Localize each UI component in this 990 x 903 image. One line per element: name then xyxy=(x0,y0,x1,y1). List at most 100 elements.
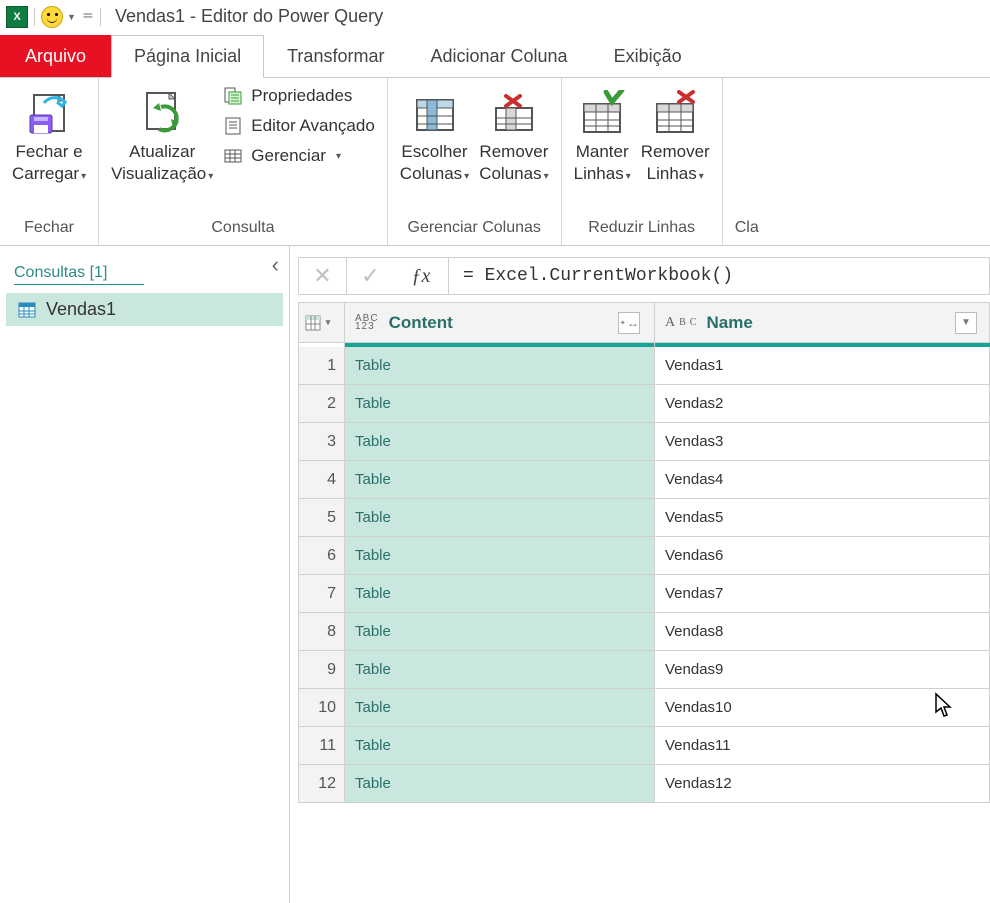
label-line2: Colunas▾ xyxy=(400,164,469,184)
table-row[interactable]: 10TableVendas10 xyxy=(299,689,990,727)
row-index[interactable]: 5 xyxy=(299,499,345,537)
content-area: ‹ Consultas [1] Vendas1 ✕ ✓ ƒx ▾ xyxy=(0,246,990,903)
data-grid[interactable]: ▾ ABC123 Content ↔ ABC xyxy=(298,302,990,803)
cell-content[interactable]: Table xyxy=(345,613,655,651)
select-all-cell[interactable]: ▾ xyxy=(299,303,345,343)
table-row[interactable]: 8TableVendas8 xyxy=(299,613,990,651)
row-index[interactable]: 6 xyxy=(299,537,345,575)
cell-content[interactable]: Table xyxy=(345,423,655,461)
table-row[interactable]: 5TableVendas5 xyxy=(299,499,990,537)
grid-header-row: ▾ ABC123 Content ↔ ABC xyxy=(299,303,990,343)
table-row[interactable]: 4TableVendas4 xyxy=(299,461,990,499)
filter-icon[interactable]: ▼ xyxy=(955,312,977,334)
cell-name[interactable]: Vendas8 xyxy=(655,613,990,651)
cell-content[interactable]: Table xyxy=(345,347,655,385)
choose-columns-button[interactable]: Escolher Colunas▾ xyxy=(400,86,469,185)
excel-icon: X xyxy=(6,6,28,28)
label-line1: Manter xyxy=(576,142,629,162)
query-item-vendas1[interactable]: Vendas1 xyxy=(6,293,283,326)
collapse-pane-icon[interactable]: ‹ xyxy=(272,252,279,278)
query-item-label: Vendas1 xyxy=(46,299,116,320)
cell-name[interactable]: Vendas9 xyxy=(655,651,990,689)
cell-content[interactable]: Table xyxy=(345,385,655,423)
label-line2: Carregar▾ xyxy=(12,164,86,184)
tab-adicionar-coluna[interactable]: Adicionar Coluna xyxy=(407,35,590,77)
cell-content[interactable]: Table xyxy=(345,499,655,537)
label-line2: Visualização▾ xyxy=(111,164,213,184)
column-header-content[interactable]: ABC123 Content ↔ xyxy=(345,303,655,343)
cell-name[interactable]: Vendas7 xyxy=(655,575,990,613)
cell-name[interactable]: Vendas3 xyxy=(655,423,990,461)
column-header-name[interactable]: ABC Name ▼ xyxy=(655,303,990,343)
row-index[interactable]: 7 xyxy=(299,575,345,613)
row-index[interactable]: 3 xyxy=(299,423,345,461)
cell-content[interactable]: Table xyxy=(345,461,655,499)
table-row[interactable]: 9TableVendas9 xyxy=(299,651,990,689)
cancel-formula-button[interactable]: ✕ xyxy=(298,257,346,295)
table-row[interactable]: 11TableVendas11 xyxy=(299,727,990,765)
advanced-editor-button[interactable]: Editor Avançado xyxy=(223,116,375,136)
cell-content[interactable]: Table xyxy=(345,575,655,613)
ribbon-tabs: Arquivo Página Inicial Transformar Adici… xyxy=(0,34,990,78)
cell-content[interactable]: Table xyxy=(345,689,655,727)
refresh-preview-button[interactable]: Atualizar Visualização▾ xyxy=(111,86,213,185)
table-row[interactable]: 2TableVendas2 xyxy=(299,385,990,423)
cell-name[interactable]: Vendas10 xyxy=(655,689,990,727)
queries-pane: ‹ Consultas [1] Vendas1 xyxy=(0,246,290,903)
cell-name[interactable]: Vendas4 xyxy=(655,461,990,499)
cell-name[interactable]: Vendas12 xyxy=(655,765,990,803)
keep-rows-icon xyxy=(576,88,628,140)
keep-rows-button[interactable]: Manter Linhas▾ xyxy=(574,86,631,185)
row-index[interactable]: 2 xyxy=(299,385,345,423)
properties-icon xyxy=(223,86,243,106)
cell-name[interactable]: Vendas1 xyxy=(655,347,990,385)
tab-arquivo[interactable]: Arquivo xyxy=(0,35,111,77)
cell-content[interactable]: Table xyxy=(345,765,655,803)
table-row[interactable]: 6TableVendas6 xyxy=(299,537,990,575)
smiley-icon[interactable] xyxy=(41,6,63,28)
table-row[interactable]: 1TableVendas1 xyxy=(299,347,990,385)
manage-button[interactable]: Gerenciar▾ xyxy=(223,146,375,166)
row-index[interactable]: 4 xyxy=(299,461,345,499)
label: Gerenciar xyxy=(251,146,326,166)
table-row[interactable]: 12TableVendas12 xyxy=(299,765,990,803)
row-index[interactable]: 9 xyxy=(299,651,345,689)
fx-icon: ƒx xyxy=(394,257,448,295)
table-row[interactable]: 7TableVendas7 xyxy=(299,575,990,613)
cell-name[interactable]: Vendas6 xyxy=(655,537,990,575)
row-index[interactable]: 1 xyxy=(299,347,345,385)
remove-columns-button[interactable]: Remover Colunas▾ xyxy=(479,86,548,185)
remove-rows-button[interactable]: Remover Linhas▾ xyxy=(641,86,710,185)
properties-button[interactable]: Propriedades xyxy=(223,86,375,106)
close-load-icon xyxy=(23,88,75,140)
tab-transformar[interactable]: Transformar xyxy=(264,35,407,77)
tab-exibicao[interactable]: Exibição xyxy=(591,35,705,77)
cell-name[interactable]: Vendas5 xyxy=(655,499,990,537)
row-index[interactable]: 12 xyxy=(299,765,345,803)
ribbon-group-fechar: Fechar e Carregar▾ Fechar xyxy=(0,78,99,245)
cell-name[interactable]: Vendas2 xyxy=(655,385,990,423)
column-label: Name xyxy=(706,313,752,333)
group-label: Reduzir Linhas xyxy=(574,215,710,243)
cell-name[interactable]: Vendas11 xyxy=(655,727,990,765)
row-index[interactable]: 8 xyxy=(299,613,345,651)
table-row[interactable]: 3TableVendas3 xyxy=(299,423,990,461)
formula-input[interactable] xyxy=(448,257,990,295)
row-index[interactable]: 11 xyxy=(299,727,345,765)
cell-content[interactable]: Table xyxy=(345,651,655,689)
remove-columns-icon xyxy=(488,88,540,140)
close-and-load-button[interactable]: Fechar e Carregar▾ xyxy=(12,86,86,185)
qat-customize-icon[interactable]: ＝ xyxy=(82,7,94,24)
cell-content[interactable]: Table xyxy=(345,727,655,765)
row-index[interactable]: 10 xyxy=(299,689,345,727)
label: Editor Avançado xyxy=(251,116,375,136)
title-bar: X ▼ ＝ Vendas1 - Editor do Power Query xyxy=(0,0,990,34)
chevron-down-icon[interactable]: ▼ xyxy=(67,12,76,22)
label-line2: Colunas▾ xyxy=(479,164,548,184)
separator xyxy=(34,8,35,26)
cell-content[interactable]: Table xyxy=(345,537,655,575)
commit-formula-button[interactable]: ✓ xyxy=(346,257,394,295)
tab-pagina-inicial[interactable]: Página Inicial xyxy=(111,35,264,78)
column-label: Content xyxy=(389,313,453,333)
expand-icon[interactable]: ↔ xyxy=(618,312,640,334)
